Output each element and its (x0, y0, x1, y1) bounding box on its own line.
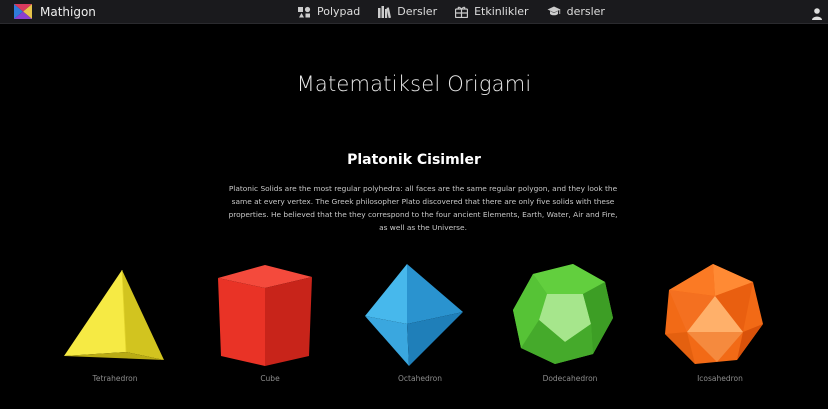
section-description: Platonic Solids are the most regular pol… (228, 184, 618, 232)
brand-name: Mathigon (40, 4, 96, 19)
nav-link-polypad[interactable]: Polypad (298, 5, 360, 18)
activities-icon (455, 6, 469, 18)
top-navbar: Mathigon Polypad Dersler Etkinlikler der… (0, 0, 828, 24)
solid-card-icosahedron[interactable]: Icosahedron (655, 260, 785, 390)
solid-label-cube: Cube (260, 374, 280, 383)
brand-link[interactable]: Mathigon (14, 3, 96, 20)
nav-label-etkinlikler: Etkinlikler (474, 5, 529, 18)
solid-card-tetrahedron[interactable]: Tetrahedron (50, 260, 180, 390)
dodecahedron-model (513, 264, 613, 364)
octahedron-model (365, 264, 463, 366)
cube-model (218, 265, 312, 366)
nav-label-dersler: Dersler (397, 5, 438, 18)
nav-link-etkinlikler[interactable]: Etkinlikler (455, 5, 529, 18)
nav-link-dersler[interactable]: Dersler (378, 5, 437, 18)
solid-label-tetrahedron: Tetrahedron (92, 374, 138, 383)
main-nav: Polypad Dersler Etkinlikler dersler (298, 0, 605, 23)
solid-label-icosahedron: Icosahedron (697, 374, 743, 383)
solid-card-dodecahedron[interactable]: Dodecahedron (505, 260, 635, 390)
section-title: Platonik Cisimler (347, 152, 481, 168)
lessons-icon (378, 5, 392, 18)
user-icon (812, 8, 822, 20)
graduation-cap-icon (547, 6, 561, 16)
solid-card-cube[interactable]: Cube (205, 260, 335, 390)
tetrahedron-model (64, 269, 164, 360)
polypad-icon (298, 6, 311, 17)
solid-label-octahedron: Octahedron (398, 374, 442, 383)
nav-link-dersler-teacher[interactable]: dersler (547, 5, 605, 18)
mathigon-logo-icon (14, 4, 32, 19)
nav-label-polypad: Polypad (317, 5, 361, 18)
nav-label-dersler-teacher: dersler (566, 5, 605, 18)
user-menu-button[interactable] (812, 5, 822, 24)
icosahedron-model (665, 264, 763, 364)
solid-card-octahedron[interactable]: Octahedron (355, 260, 485, 390)
solid-label-dodecahedron: Dodecahedron (542, 374, 598, 383)
page-title: Matematiksel Origami (296, 72, 532, 96)
